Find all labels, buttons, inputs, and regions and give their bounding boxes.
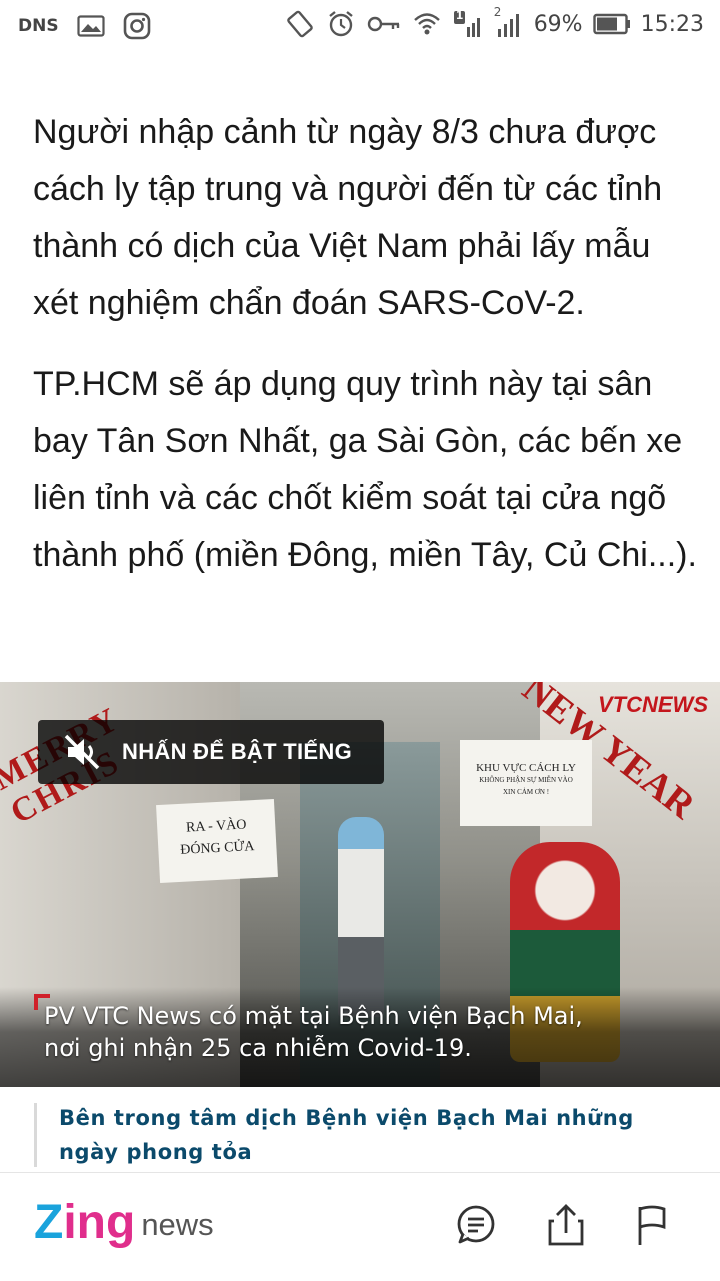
video-sign-entrance: RA - VÀO ĐÓNG CỬA [156, 798, 278, 884]
zing-news-logo[interactable]: Zing news [34, 1199, 214, 1247]
key-icon [366, 13, 402, 35]
muted-speaker-icon [62, 732, 102, 772]
caption-line: PV VTC News có mặt tại Bệnh viện Bạch Ma… [44, 1002, 583, 1030]
signal-icon-sim1: 1 [452, 9, 484, 39]
signal-icon-sim2: 2 [494, 5, 524, 39]
alarm-icon [326, 9, 356, 39]
battery-icon [592, 13, 631, 35]
video-sign-isolation: KHU VỰC CÁCH LY KHÔNG PHẬN SỰ MIỄN VÀO X… [460, 740, 592, 826]
logo-zing: Zing [34, 1196, 136, 1249]
caption-line: nơi ghi nhận 25 ca nhiễm Covid-19. [44, 1034, 472, 1062]
unmute-button[interactable]: NHẤN ĐỂ BẬT TIẾNG [38, 720, 384, 784]
sim1-badge: 1 [455, 9, 464, 22]
bottom-toolbar: Zing news [0, 1172, 720, 1281]
unmute-label: NHẤN ĐỂ BẬT TIẾNG [122, 739, 352, 764]
image-icon [76, 15, 105, 37]
logo-news: news [141, 1207, 214, 1242]
battery-percent: 69% [533, 11, 583, 37]
share-button[interactable] [542, 1203, 590, 1251]
sign-line: ĐÓNG CỬA [179, 839, 255, 858]
carrier-label: DNS [18, 16, 59, 36]
flag-icon [634, 1203, 670, 1252]
article-paragraph: TP.HCM sẽ áp dụng quy trình này tại sân … [33, 365, 697, 574]
article-body: Người nhập cảnh từ ngày 8/3 chưa được cá… [33, 104, 698, 608]
sign-line: KHÔNG PHẬN SỰ MIỄN VÀO [479, 776, 573, 784]
rotate-icon [284, 8, 316, 40]
video-caption: PV VTC News có mặt tại Bệnh viện Bạch Ma… [44, 1000, 664, 1064]
instagram-icon [123, 12, 151, 40]
status-bar: DNS 1 2 69% 15:23 [0, 0, 720, 50]
comment-icon [454, 1203, 498, 1252]
report-button[interactable] [628, 1203, 676, 1251]
related-article-link[interactable]: Bên trong tâm dịch Bệnh viện Bạch Mai nh… [59, 1101, 684, 1169]
wifi-icon [412, 9, 442, 39]
share-icon [546, 1203, 586, 1252]
sign-line: XIN CẢM ƠN ! [502, 788, 550, 796]
related-article: Bên trong tâm dịch Bệnh viện Bạch Mai nh… [34, 1103, 684, 1167]
sign-line: KHU VỰC CÁCH LY [476, 762, 576, 774]
comment-button[interactable] [452, 1203, 500, 1251]
video-player[interactable]: MERRY CHRIS NEW YEAR VTCNEWS RA - VÀO ĐÓ… [0, 682, 720, 1087]
vtc-news-logo: VTCNEWS [598, 692, 708, 717]
clock: 15:23 [640, 11, 704, 37]
sim2-badge: 2 [493, 5, 502, 19]
article-paragraph: Người nhập cảnh từ ngày 8/3 chưa được cá… [33, 113, 663, 322]
